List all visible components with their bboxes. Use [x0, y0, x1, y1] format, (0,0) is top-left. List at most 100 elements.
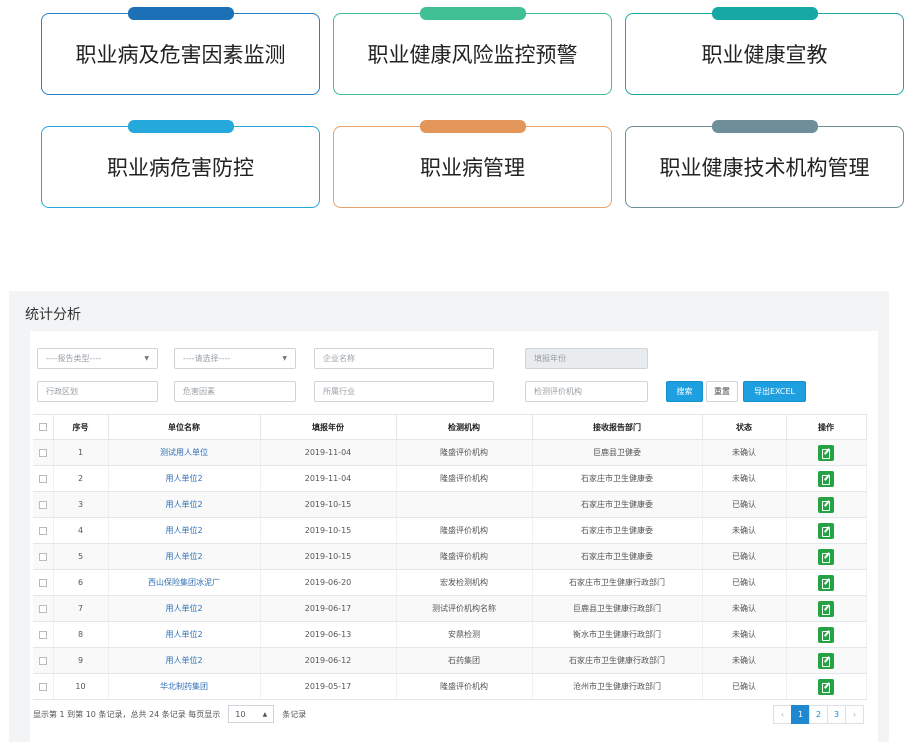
row-checkbox[interactable] — [33, 647, 54, 674]
search-button[interactable]: 搜索 — [666, 381, 703, 402]
edit-icon[interactable] — [818, 496, 834, 513]
checkbox-icon — [38, 656, 47, 665]
reset-button[interactable]: 重置 — [706, 381, 738, 402]
module-card[interactable]: 职业健康技术机构管理 — [625, 120, 904, 208]
agency-input[interactable]: 检测评价机构 — [525, 381, 648, 402]
per-page-select[interactable]: 10 ▲ — [228, 705, 275, 723]
cell-company[interactable]: 用人单位2 — [108, 595, 261, 622]
report-year-input[interactable]: 填报年份 — [525, 348, 648, 369]
record-summary: 显示第 1 到第 10 条记录，总共 24 条记录 每页显示 — [33, 709, 221, 719]
stats-content: ----报告类型---- ▼ ----请选择---- ▼ 企业名称 填报年份 行… — [30, 331, 878, 742]
edit-icon[interactable] — [818, 574, 834, 591]
cell-company[interactable]: 用人单位2 — [108, 517, 261, 544]
company-name-input[interactable]: 企业名称 — [314, 348, 494, 369]
checkbox-icon — [38, 423, 47, 431]
edit-icon[interactable] — [818, 444, 834, 461]
next-page-button[interactable]: › — [845, 705, 864, 724]
cell-company[interactable]: 华北制药集团 — [108, 673, 261, 700]
edit-icon[interactable] — [818, 652, 834, 669]
cell-department: 石家庄市卫生健康委 — [532, 543, 703, 570]
cell-company[interactable]: 用人单位2 — [108, 621, 261, 648]
edit-icon[interactable] — [818, 626, 834, 643]
edit-icon[interactable] — [818, 470, 834, 487]
report-type-select[interactable]: ----报告类型---- ▼ — [37, 348, 158, 369]
cell-company[interactable]: 西山保险集团冰泥厂 — [108, 569, 261, 596]
edit-icon[interactable] — [818, 522, 834, 539]
row-checkbox[interactable] — [33, 543, 54, 570]
cell-status: 已确认 — [702, 569, 787, 596]
per-page-value: 10 — [235, 709, 246, 719]
cell-action — [786, 517, 867, 544]
cell-company[interactable]: 测试用人单位 — [108, 439, 261, 466]
checkbox-icon — [38, 578, 47, 587]
industry-placeholder: 所属行业 — [323, 387, 355, 396]
cell-year: 2019-10-15 — [260, 491, 397, 518]
cell-status: 已确认 — [702, 673, 787, 700]
region-input[interactable]: 行政区划 — [37, 381, 158, 402]
row-checkbox[interactable] — [33, 517, 54, 544]
report-year-placeholder: 填报年份 — [534, 354, 566, 363]
cell-status: 未确认 — [702, 595, 787, 622]
cell-index: 6 — [53, 569, 109, 596]
row-checkbox[interactable] — [33, 621, 54, 648]
card-tab-accent — [711, 7, 818, 20]
checkbox-icon — [38, 604, 47, 613]
cell-index: 1 — [53, 439, 109, 466]
cell-year: 2019-10-15 — [260, 517, 397, 544]
cell-company[interactable]: 用人单位2 — [108, 647, 261, 674]
cell-year: 2019-05-17 — [260, 673, 397, 700]
col-header-company: 单位名称 — [108, 414, 261, 440]
cell-department: 石家庄市卫生健康行政部门 — [532, 569, 703, 596]
cell-index: 2 — [53, 465, 109, 492]
cell-company[interactable]: 用人单位2 — [108, 543, 261, 570]
card-tab-accent — [419, 7, 526, 20]
hazard-factor-input[interactable]: 危害因素 — [174, 381, 296, 402]
module-card-label: 职业病管理 — [420, 156, 525, 180]
checkbox-icon — [38, 500, 47, 509]
hazard-factor-placeholder: 危害因素 — [183, 387, 215, 396]
select-all-checkbox[interactable] — [33, 414, 54, 440]
checkbox-icon — [38, 682, 47, 691]
pagination: ‹ 1 2 3 › — [773, 705, 864, 724]
option-select[interactable]: ----请选择---- ▼ — [174, 348, 296, 369]
module-card-label: 职业健康风险监控预警 — [367, 43, 578, 67]
module-card[interactable]: 职业病管理 — [333, 120, 612, 208]
page-2-button[interactable]: 2 — [809, 705, 828, 724]
row-checkbox[interactable] — [33, 673, 54, 700]
page-3-button[interactable]: 3 — [827, 705, 846, 724]
table-row: 8 用人单位2 2019-06-13 安鼎检测 衡水市卫生健康行政部门 未确认 — [33, 621, 867, 648]
col-header-agency: 检测机构 — [396, 414, 533, 440]
cell-year: 2019-06-17 — [260, 595, 397, 622]
stats-title: 统计分析 — [25, 307, 81, 323]
module-card[interactable]: 职业健康宣教 — [625, 7, 904, 95]
cell-index: 9 — [53, 647, 109, 674]
module-card-label: 职业病危害防控 — [107, 156, 254, 180]
cell-agency: 宏发检测机构 — [396, 569, 533, 596]
row-checkbox[interactable] — [33, 491, 54, 518]
cell-index: 8 — [53, 621, 109, 648]
edit-icon[interactable] — [818, 600, 834, 617]
export-excel-button[interactable]: 导出EXCEL — [743, 381, 806, 402]
report-type-value: ----报告类型---- — [46, 354, 102, 363]
row-checkbox[interactable] — [33, 569, 54, 596]
edit-icon[interactable] — [818, 678, 834, 695]
industry-input[interactable]: 所属行业 — [314, 381, 494, 402]
cell-action — [786, 491, 867, 518]
cell-agency: 隆盛评价机构 — [396, 517, 533, 544]
cell-agency: 隆盛评价机构 — [396, 465, 533, 492]
row-checkbox[interactable] — [33, 439, 54, 466]
edit-icon[interactable] — [818, 548, 834, 565]
row-checkbox[interactable] — [33, 595, 54, 622]
module-card[interactable]: 职业病及危害因素监测 — [41, 7, 320, 95]
module-card[interactable]: 职业病危害防控 — [41, 120, 320, 208]
row-checkbox[interactable] — [33, 465, 54, 492]
report-table: 序号 单位名称 填报年份 检测机构 接收报告部门 状态 操作 1 测试用人单位 20… — [33, 414, 867, 700]
cell-company[interactable]: 用人单位2 — [108, 491, 261, 518]
page-1-button[interactable]: 1 — [791, 705, 810, 724]
table-row: 3 用人单位2 2019-10-15 石家庄市卫生健康委 已确认 — [33, 491, 867, 518]
cell-department: 石家庄市卫生健康委 — [532, 465, 703, 492]
prev-page-button[interactable]: ‹ — [773, 705, 792, 724]
module-card[interactable]: 职业健康风险监控预警 — [333, 7, 612, 95]
cell-company[interactable]: 用人单位2 — [108, 465, 261, 492]
cell-action — [786, 465, 867, 492]
